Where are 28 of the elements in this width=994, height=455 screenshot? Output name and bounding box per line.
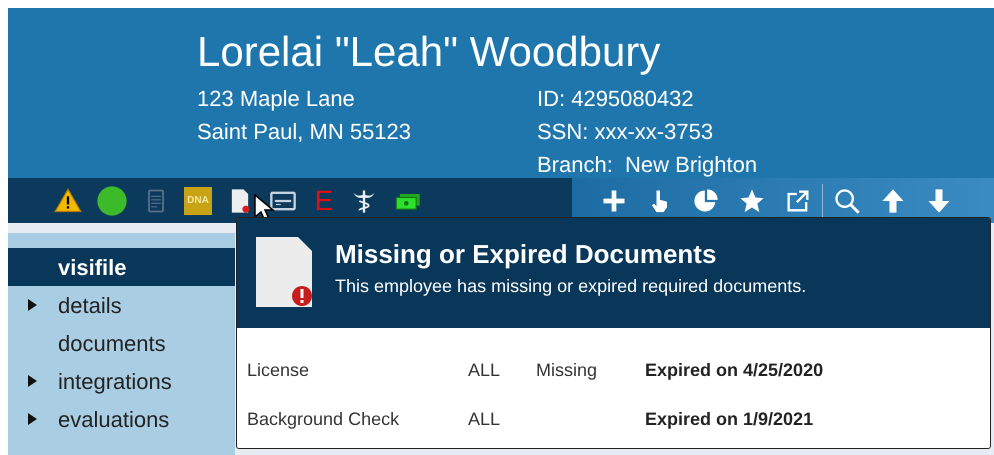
expand-arrow-icon[interactable]	[28, 413, 37, 425]
document-alert-icon	[255, 236, 313, 308]
sidebar-item[interactable]: evaluations	[8, 400, 235, 438]
employee-info: ID: 4295080432	[537, 85, 694, 113]
document-scope: ALL	[468, 359, 502, 382]
address-line: Saint Paul, MN 55123	[197, 118, 412, 146]
search-icon[interactable]	[833, 186, 861, 214]
tooltip-subtitle: This employee has missing or expired required documents.	[335, 275, 806, 298]
address-line: 123 Maple Lane	[197, 85, 355, 113]
expand-arrow-icon[interactable]	[28, 299, 37, 311]
document-scope: ALL	[468, 408, 502, 431]
employee-info: SSN: xxx-xx-3753	[537, 118, 714, 146]
sidebar-item[interactable]: integrations	[8, 362, 235, 400]
expand-arrow-icon[interactable]	[28, 375, 37, 387]
expiry-date: Expired on 4/25/2020	[645, 359, 824, 382]
sidebar-item[interactable]: visifile	[8, 248, 235, 286]
warning-icon[interactable]	[54, 186, 82, 214]
document-status: Missing	[536, 360, 598, 380]
document-name: License	[247, 359, 310, 382]
expiry-date: Expired on 1/9/2021	[645, 408, 814, 431]
tooltip-title: Missing or Expired Documents	[335, 238, 716, 271]
sidebar-item[interactable]: documents	[8, 324, 235, 362]
employee-info: Branch: New Brighton	[537, 151, 758, 179]
employee-name: Lorelai "Leah" Woodbury	[197, 28, 662, 76]
sidebar-item[interactable]: details	[8, 286, 235, 324]
status-dot-icon[interactable]	[96, 184, 128, 216]
pie-chart-icon[interactable]	[692, 186, 720, 214]
document-name: Background Check	[247, 408, 400, 431]
